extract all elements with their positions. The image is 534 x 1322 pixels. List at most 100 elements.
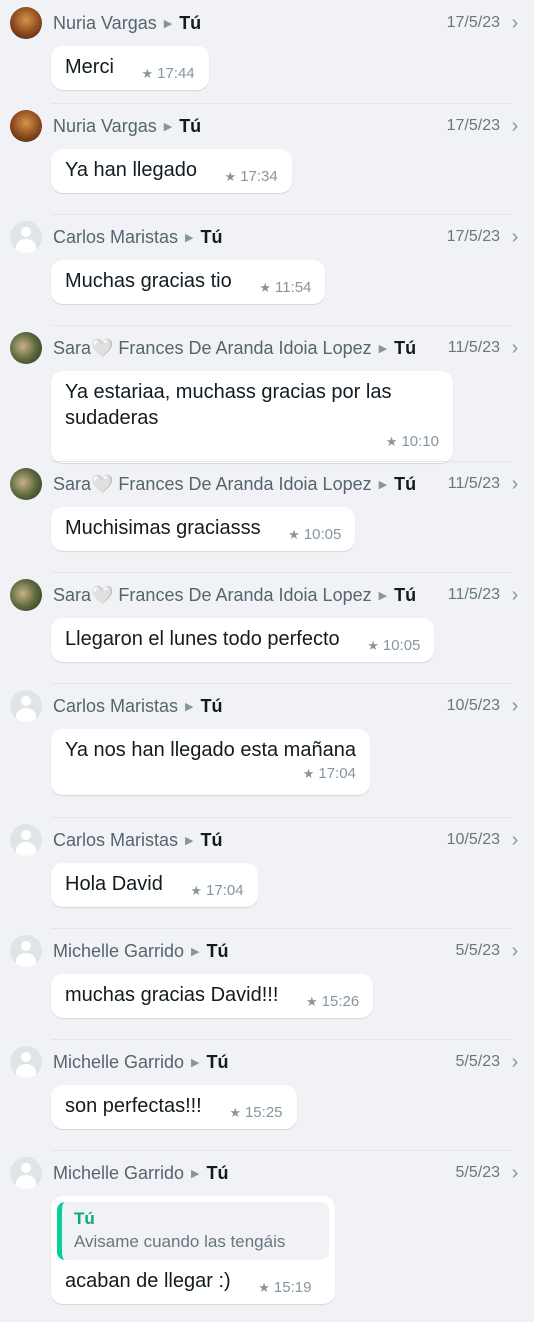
conversation-names: Carlos Maristas ▶ Tú [53, 227, 439, 248]
star-icon: ★ [258, 1280, 270, 1295]
message-header[interactable]: Sara🤍 Frances De Aranda Idoia Lopez ▶ Tú… [10, 572, 520, 618]
message-date: 17/5/23 [446, 117, 500, 134]
message-text: son perfectas!!! [65, 1095, 202, 1117]
chevron-right-icon[interactable]: › [510, 115, 520, 138]
arrow-right-icon: ▶ [191, 1167, 200, 1180]
recipient-name: Tú [206, 1162, 229, 1183]
message-header[interactable]: Nuria Vargas ▶ Tú 17/5/23 › [10, 103, 520, 149]
message-date: 11/5/23 [447, 586, 500, 603]
quoted-text: Avisame cuando las tengáis [74, 1232, 286, 1251]
avatar[interactable] [10, 579, 42, 611]
message-bubble[interactable]: Ya estariaa, muchass gracias por las sud… [51, 371, 453, 463]
message-header[interactable]: Carlos Maristas ▶ Tú 10/5/23 › [10, 683, 520, 729]
message-date: 5/5/23 [455, 942, 500, 959]
message-meta: ★ 15:26 [306, 989, 359, 1015]
message-header[interactable]: Sara🤍 Frances De Aranda Idoia Lopez ▶ Tú… [10, 325, 520, 371]
message-bubble[interactable]: muchas gracias David!!! ★ 15:26 [51, 974, 374, 1018]
chevron-right-icon[interactable]: › [510, 12, 520, 35]
avatar[interactable] [10, 1046, 42, 1078]
recipient-name: Tú [200, 226, 223, 247]
chevron-right-icon[interactable]: › [510, 829, 520, 852]
message-bubble[interactable]: Ya nos han llegado esta mañana ★ 17:04 [51, 729, 370, 795]
message-header[interactable]: Michelle Garrido ▶ Tú 5/5/23 › [10, 928, 520, 974]
message-header[interactable]: Nuria Vargas ▶ Tú 17/5/23 › [10, 0, 520, 46]
chevron-right-icon[interactable]: › [510, 337, 520, 360]
chevron-right-icon[interactable]: › [510, 1051, 520, 1074]
message-header[interactable]: Carlos Maristas ▶ Tú 10/5/23 › [10, 817, 520, 863]
message-text: Muchas gracias tio [65, 270, 232, 292]
recipient-name: Tú [394, 337, 417, 358]
avatar[interactable] [10, 110, 42, 142]
quoted-author: Tú [74, 1209, 95, 1228]
avatar[interactable] [10, 690, 42, 722]
message-time: 17:04 [318, 765, 356, 782]
recipient-name: Tú [394, 473, 417, 494]
starred-message-item[interactable]: Sara🤍 Frances De Aranda Idoia Lopez ▶ Tú… [0, 572, 534, 683]
sender-name: Sara🤍 Frances De Aranda Idoia Lopez [53, 473, 372, 494]
message-text: Ya estariaa, muchass gracias por las sud… [65, 381, 392, 429]
starred-message-item[interactable]: Michelle Garrido ▶ Tú 5/5/23 › Tú Avisam… [0, 1150, 534, 1318]
message-bubble[interactable]: Llegaron el lunes todo perfecto ★ 10:05 [51, 618, 435, 662]
message-bubble[interactable]: Muchisimas graciasss ★ 10:05 [51, 507, 356, 551]
avatar[interactable] [10, 221, 42, 253]
recipient-name: Tú [206, 1051, 229, 1072]
message-text: acaban de llegar :) [65, 1270, 231, 1292]
chevron-right-icon[interactable]: › [510, 226, 520, 249]
message-bubble[interactable]: Tú Avisame cuando las tengáis acaban de … [51, 1196, 335, 1304]
star-icon: ★ [302, 766, 315, 781]
conversation-names: Sara🤍 Frances De Aranda Idoia Lopez ▶ Tú [53, 338, 440, 359]
conversation-names: Nuria Vargas ▶ Tú [53, 116, 439, 137]
avatar[interactable] [10, 1157, 42, 1189]
star-icon: ★ [224, 169, 237, 184]
starred-message-item[interactable]: Carlos Maristas ▶ Tú 10/5/23 › Hola Davi… [0, 817, 534, 928]
starred-message-item[interactable]: Sara🤍 Frances De Aranda Idoia Lopez ▶ Tú… [0, 461, 534, 572]
sender-name: Carlos Maristas [53, 829, 179, 850]
avatar[interactable] [10, 935, 42, 967]
star-icon: ★ [288, 527, 300, 542]
message-bubble[interactable]: Muchas gracias tio ★ 11:54 [51, 260, 326, 304]
sender-name: Michelle Garrido [53, 940, 185, 961]
conversation-names: Sara🤍 Frances De Aranda Idoia Lopez ▶ Tú [53, 474, 440, 495]
chevron-right-icon[interactable]: › [510, 695, 520, 718]
avatar[interactable] [10, 332, 42, 364]
recipient-name: Tú [206, 940, 229, 961]
star-icon: ★ [305, 994, 318, 1009]
message-header[interactable]: Michelle Garrido ▶ Tú 5/5/23 › [10, 1150, 520, 1196]
message-meta: ★ 11:54 [259, 275, 311, 301]
starred-message-item[interactable]: Nuria Vargas ▶ Tú 17/5/23 › Ya han llega… [0, 103, 534, 214]
message-bubble[interactable]: Merci ★ 17:44 [51, 46, 209, 90]
star-icon: ★ [190, 883, 203, 898]
message-bubble[interactable]: Hola David ★ 17:04 [51, 863, 258, 907]
message-time: 11:54 [274, 279, 312, 296]
message-meta: ★ 10:10 [65, 429, 439, 455]
message-text: Llegaron el lunes todo perfecto [65, 628, 340, 650]
recipient-name: Tú [179, 115, 202, 136]
message-meta: ★ 10:05 [367, 633, 420, 659]
message-header[interactable]: Carlos Maristas ▶ Tú 17/5/23 › [10, 214, 520, 260]
avatar[interactable] [10, 468, 42, 500]
sender-name: Sara🤍 Frances De Aranda Idoia Lopez [53, 337, 372, 358]
starred-message-item[interactable]: Michelle Garrido ▶ Tú 5/5/23 › muchas gr… [0, 928, 534, 1039]
starred-message-item[interactable]: Sara🤍 Frances De Aranda Idoia Lopez ▶ Tú… [0, 325, 534, 463]
message-bubble[interactable]: son perfectas!!! ★ 15:25 [51, 1085, 297, 1129]
message-bubble[interactable]: Ya han llegado ★ 17:34 [51, 149, 292, 193]
conversation-names: Michelle Garrido ▶ Tú [53, 941, 448, 962]
sender-name: Sara🤍 Frances De Aranda Idoia Lopez [53, 584, 372, 605]
starred-message-item[interactable]: Carlos Maristas ▶ Tú 17/5/23 › Muchas gr… [0, 214, 534, 325]
starred-message-item[interactable]: Carlos Maristas ▶ Tú 10/5/23 › Ya nos ha… [0, 683, 534, 817]
chevron-right-icon[interactable]: › [510, 1162, 520, 1185]
sender-name: Michelle Garrido [53, 1051, 185, 1072]
starred-message-item[interactable]: Nuria Vargas ▶ Tú 17/5/23 › Merci ★ 17:44 [0, 0, 534, 103]
avatar[interactable] [10, 7, 42, 39]
avatar[interactable] [10, 824, 42, 856]
chevron-right-icon[interactable]: › [510, 584, 520, 607]
chevron-right-icon[interactable]: › [510, 473, 520, 496]
starred-message-item[interactable]: Michelle Garrido ▶ Tú 5/5/23 › son perfe… [0, 1039, 534, 1150]
arrow-right-icon: ▶ [185, 700, 194, 713]
chevron-right-icon[interactable]: › [510, 940, 520, 963]
message-meta: ★ 15:19 [258, 1275, 311, 1301]
message-text: Muchisimas graciasss [65, 517, 261, 539]
message-header[interactable]: Michelle Garrido ▶ Tú 5/5/23 › [10, 1039, 520, 1085]
message-header[interactable]: Sara🤍 Frances De Aranda Idoia Lopez ▶ Tú… [10, 461, 520, 507]
quoted-message[interactable]: Tú Avisame cuando las tengáis [57, 1202, 329, 1260]
